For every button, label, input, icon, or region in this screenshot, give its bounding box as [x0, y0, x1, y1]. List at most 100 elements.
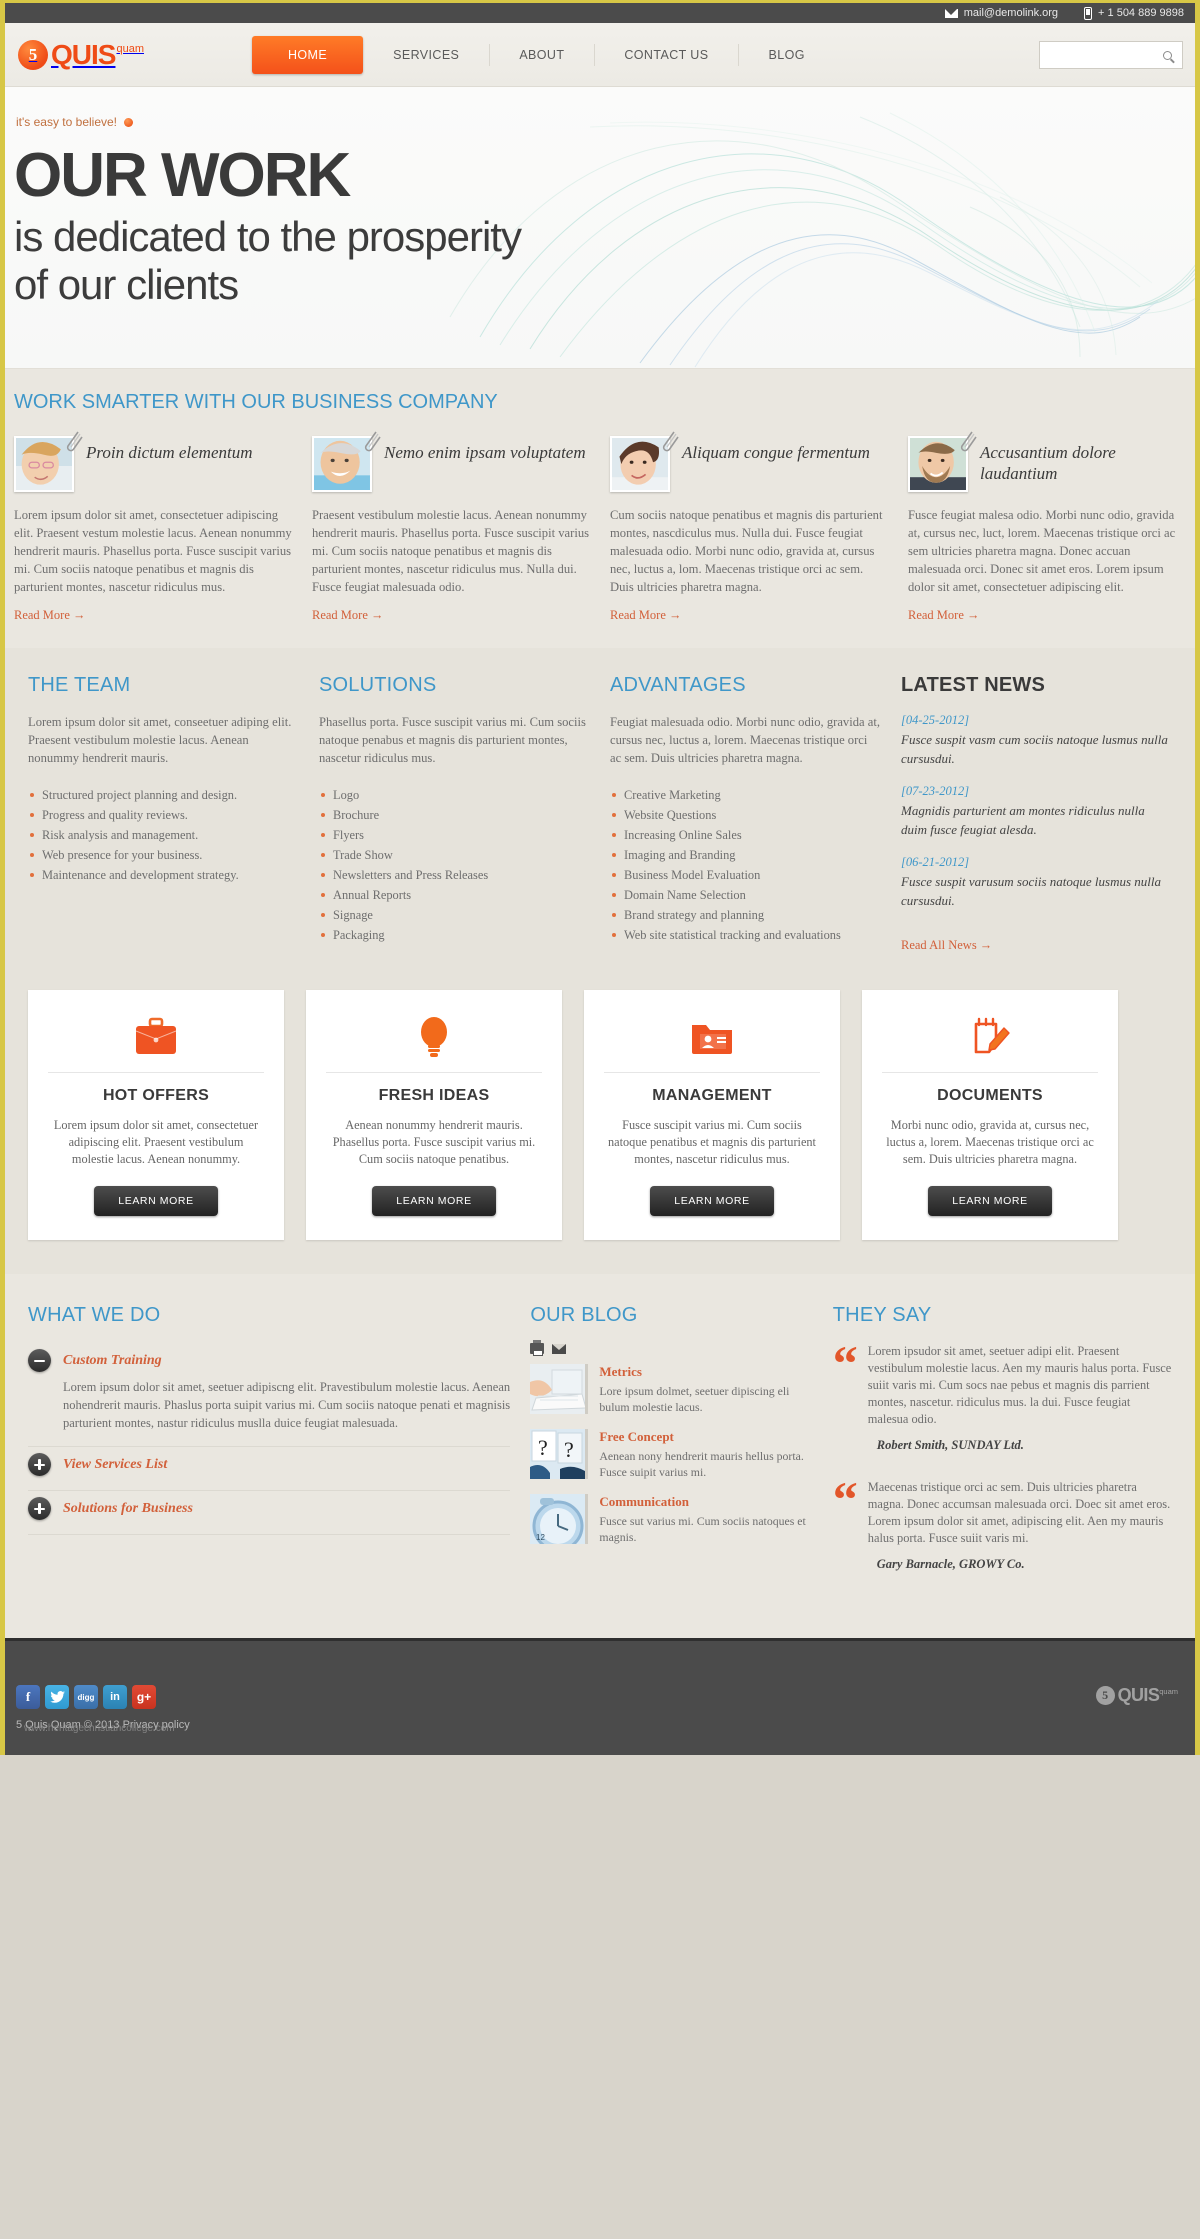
list-item[interactable]: Trade Show	[319, 845, 590, 865]
blog-post[interactable]: Metrics Lore ipsum dolmet, seetuer dipis…	[530, 1364, 812, 1415]
search-button[interactable]	[1152, 42, 1182, 68]
list-item[interactable]: Web site statistical tracking and evalua…	[610, 925, 881, 945]
blog-post-title: Communication	[599, 1494, 689, 1509]
feature-box: MANAGEMENT Fusce suscipit varius mi. Cum…	[584, 990, 840, 1240]
svg-text:?: ?	[564, 1437, 574, 1462]
read-more-link[interactable]: Read More →	[908, 608, 980, 623]
news-item[interactable]: [06-21-2012] Fusce suspit varusum sociis…	[901, 855, 1172, 910]
list-item[interactable]: Packaging	[319, 925, 590, 945]
nav-item-services[interactable]: SERVICES	[363, 38, 489, 72]
logo-sup: quam	[116, 42, 144, 55]
list-item[interactable]: Logo	[319, 785, 590, 805]
plus-icon[interactable]	[28, 1453, 51, 1476]
column-title: ADVANTAGES	[610, 674, 746, 696]
email-icon[interactable]	[552, 1343, 567, 1354]
envelope-icon	[944, 8, 958, 18]
paperclip-icon	[662, 431, 679, 452]
blog-post[interactable]: 12 Communication Fusce sut varius mi. Cu…	[530, 1494, 812, 1545]
list-item[interactable]: Imaging and Branding	[610, 845, 881, 865]
learn-more-button[interactable]: LEARN MORE	[650, 1186, 774, 1216]
lightbulb-icon	[421, 1017, 447, 1057]
page-root: mail@demolink.org + 1 504 889 9898 5 QUI…	[0, 0, 1200, 1755]
read-more-link[interactable]: Read More →	[14, 608, 86, 623]
work-card-text: Cum sociis natoque penatibus et magnis d…	[610, 508, 883, 594]
blog-post[interactable]: ? ? Free Concept Aenean nony hendrerit m…	[530, 1429, 812, 1480]
footer-logo[interactable]: 5 QUIS quam	[1095, 1685, 1178, 1706]
work-card-head: Nemo enim ipsam voluptatem	[312, 431, 590, 492]
read-more-link[interactable]: Read More →	[312, 608, 384, 623]
work-card: Aliquam congue fermentum Cum sociis nato…	[610, 431, 888, 624]
accordion-header[interactable]: View Services List	[28, 1453, 510, 1476]
news-item[interactable]: [07-23-2012] Magnidis parturient am mont…	[901, 784, 1172, 839]
list-item[interactable]: Maintenance and development strategy.	[28, 865, 299, 885]
paperclip-icon	[66, 431, 83, 452]
nav-item-contact-us[interactable]: CONTACT US	[594, 38, 738, 72]
nav-item-blog[interactable]: BLOG	[738, 38, 834, 72]
feature-box: FRESH IDEAS Aenean nonummy hendrerit mau…	[306, 990, 562, 1240]
list-item[interactable]: Increasing Online Sales	[610, 825, 881, 845]
list-item[interactable]: Signage	[319, 905, 590, 925]
hero-dot-icon	[124, 117, 134, 127]
column-title: SOLUTIONS	[319, 674, 437, 696]
quote-mark-icon: “	[832, 1471, 858, 1527]
nav-item-home[interactable]: HOME	[252, 35, 364, 74]
list-item[interactable]: Progress and quality reviews.	[28, 805, 299, 825]
blog-post-text: Fusce sut varius mi. Cum sociis natoques…	[599, 1514, 806, 1544]
feature-box: DOCUMENTS Morbi nunc odio, gravida at, c…	[862, 990, 1118, 1240]
feature-icon-wrap	[326, 1010, 542, 1064]
search-input[interactable]	[1040, 42, 1152, 68]
news-date: [07-23-2012]	[901, 784, 970, 798]
site-logo[interactable]: 5 QUIS quam	[18, 39, 144, 71]
blog-tools	[530, 1340, 812, 1356]
list-item[interactable]: Annual Reports	[319, 885, 590, 905]
divider	[882, 1072, 1098, 1073]
accordion-header[interactable]: Custom Training	[28, 1349, 510, 1372]
list-item[interactable]: Business Model Evaluation	[610, 865, 881, 885]
email-text: mail@demolink.org	[963, 7, 1059, 19]
list-item[interactable]: Brand strategy and planning	[610, 905, 881, 925]
list-item[interactable]: Newsletters and Press Releases	[319, 865, 590, 885]
testimonial-text: Maecenas tristique orci ac sem. Duis ult…	[867, 1480, 1171, 1545]
work-smarter-title: WORK SMARTER WITH OUR BUSINESS COMPANY	[14, 391, 498, 413]
work-card: Proin dictum elementum Lorem ipsum dolor…	[14, 431, 292, 624]
hero-wave-graphic	[449, 112, 1200, 368]
read-more-link[interactable]: Read More →	[610, 608, 682, 623]
news-item[interactable]: [04-25-2012] Fusce suspit vasm cum socii…	[901, 713, 1172, 768]
digg-icon[interactable]: digg	[74, 1685, 98, 1709]
testimonial-author: Gary Barnacle, GROWY Co.	[876, 1557, 1025, 1571]
minus-icon[interactable]	[28, 1349, 51, 1372]
plus-icon[interactable]	[28, 1497, 51, 1520]
list-item[interactable]: Domain Name Selection	[610, 885, 881, 905]
list-item[interactable]: Flyers	[319, 825, 590, 845]
feature-icon-wrap	[48, 1010, 264, 1064]
list-item[interactable]: Creative Marketing	[610, 785, 881, 805]
facebook-icon[interactable]: f	[16, 1685, 40, 1709]
email-contact[interactable]: mail@demolink.org	[944, 7, 1059, 19]
linkedin-icon[interactable]: in	[103, 1685, 127, 1709]
laptop-hand-icon	[530, 1364, 586, 1414]
quote-mark-icon: “	[832, 1335, 858, 1391]
learn-more-button[interactable]: LEARN MORE	[94, 1186, 218, 1216]
list-item[interactable]: Website Questions	[610, 805, 881, 825]
print-icon[interactable]	[530, 1340, 545, 1356]
twitter-icon[interactable]	[45, 1685, 69, 1709]
clock-icon: 12	[530, 1494, 586, 1544]
list-item[interactable]: Risk analysis and management.	[28, 825, 299, 845]
accordion-header[interactable]: Solutions for Business	[28, 1497, 510, 1520]
testimonial: “ Lorem ipsudor sit amet, seetuer adipi …	[832, 1335, 1172, 1428]
info-columns-section: THE TEAM Lorem ipsum dolor sit amet, con…	[0, 648, 1200, 984]
work-card-title: Proin dictum elementum	[86, 443, 253, 462]
work-card-title: Aliquam congue fermentum	[682, 443, 870, 462]
work-card-head: Accusantium dolore laudantium	[908, 431, 1186, 492]
learn-more-button[interactable]: LEARN MORE	[372, 1186, 496, 1216]
list-item[interactable]: Structured project planning and design.	[28, 785, 299, 805]
phone-contact[interactable]: + 1 504 889 9898	[1084, 6, 1184, 20]
read-all-news-link[interactable]: Read All News →	[901, 938, 992, 953]
blog-thumbnail: 12	[530, 1494, 589, 1544]
list-item[interactable]: Web presence for your business.	[28, 845, 299, 865]
work-card-title: Nemo enim ipsam voluptatem	[384, 443, 586, 462]
list-item[interactable]: Brochure	[319, 805, 590, 825]
googleplus-icon[interactable]: g+	[132, 1685, 156, 1709]
nav-item-about[interactable]: ABOUT	[489, 38, 594, 72]
learn-more-button[interactable]: LEARN MORE	[928, 1186, 1052, 1216]
